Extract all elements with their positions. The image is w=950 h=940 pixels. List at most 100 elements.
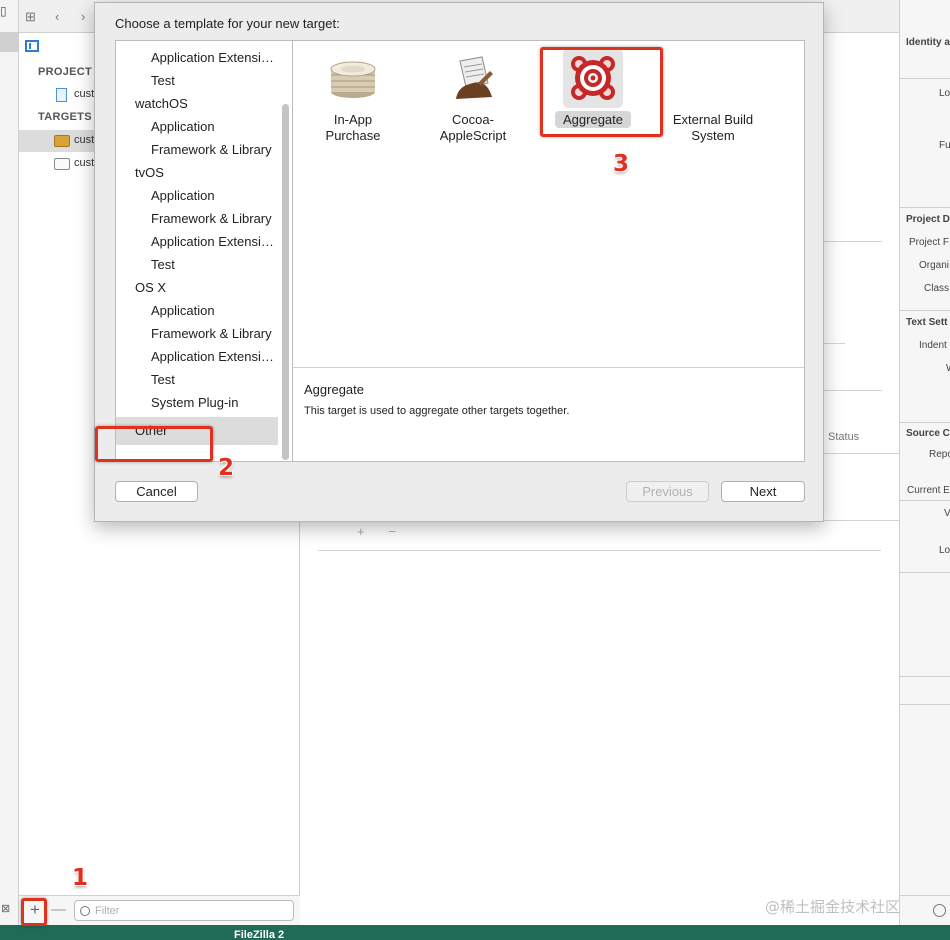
inspector-label: Lo: [939, 545, 950, 556]
inspector-divider: [900, 422, 950, 423]
annotation-box-add-button: [21, 898, 47, 926]
filter-field[interactable]: [74, 900, 294, 921]
watermark: @稀土掘金技术社区: [765, 898, 901, 916]
inspector-divider: [900, 500, 950, 501]
category-label: System Plug-in: [151, 395, 239, 410]
project-item-label: cust: [74, 88, 95, 100]
inspector-label: Lo: [939, 88, 950, 99]
sheet-title: Choose a template for your new target:: [115, 16, 340, 31]
target-item-label: cust: [74, 134, 95, 146]
remove-target-button[interactable]: —: [51, 901, 66, 918]
editor-divider: [817, 453, 899, 454]
category-item[interactable]: Framework & Library: [116, 322, 278, 345]
editor-add-remove[interactable]: + −: [357, 524, 406, 539]
inspector-label: Class: [924, 283, 950, 294]
category-label: Application Extensi…: [151, 50, 274, 65]
category-item[interactable]: System Plug-in: [116, 391, 278, 414]
applescript-icon: [456, 56, 493, 99]
editor-divider: [817, 390, 882, 391]
category-label: Framework & Library: [151, 211, 272, 226]
category-label: Application Extensi…: [151, 234, 274, 249]
briefcase-icon: [54, 135, 70, 147]
sidebar-toggle-icon[interactable]: [25, 40, 39, 52]
category-item[interactable]: Application Extensi…: [116, 345, 278, 368]
filter-icon: [80, 906, 90, 916]
far-left-strip: ▯ ⊠: [0, 0, 19, 925]
category-scrollbar[interactable]: [282, 104, 289, 460]
category-item[interactable]: Application Extensi…: [116, 230, 278, 253]
related-items-icon[interactable]: ⊞: [25, 9, 36, 25]
navigator-edge-icon: ▯: [0, 4, 7, 18]
status-column-header: Status: [828, 431, 860, 443]
inspector-divider: [900, 78, 950, 79]
category-item[interactable]: Test: [116, 368, 278, 391]
inspector-label: V: [944, 508, 950, 519]
template-category-list: Other System Plug-in Test Application Exten…: [115, 40, 293, 462]
inspector-label: Indent: [919, 340, 947, 351]
target-item-label: cust: [74, 157, 95, 169]
inspector-divider: [900, 704, 950, 705]
next-button[interactable]: Next: [721, 481, 805, 502]
taskbar-item[interactable]: FileZilla 2: [234, 929, 284, 940]
inspector-divider: [900, 572, 950, 573]
inspector-section-header: Text Sett: [906, 317, 948, 328]
inspector-divider: [900, 310, 950, 311]
inspector-section-header: Source C: [906, 428, 950, 439]
category-item[interactable]: Application: [116, 299, 278, 322]
history-icon[interactable]: [933, 904, 946, 917]
inspector-section-header: Identity a: [906, 37, 950, 48]
category-label: watchOS: [135, 96, 188, 111]
category-item[interactable]: Application: [116, 184, 278, 207]
category-platform-os-x[interactable]: OS X: [116, 276, 278, 299]
inspector-label: Fu: [939, 140, 950, 151]
back-chevron-icon[interactable]: ‹: [55, 9, 59, 24]
category-item[interactable]: Application: [116, 115, 278, 138]
template-cocoa-applescript[interactable]: Cocoa- AppleScript: [413, 41, 533, 151]
annotation-step-1: 1: [72, 865, 89, 891]
filter-input[interactable]: [95, 904, 285, 918]
file-inspector: Identity a Lo Fu Project D Project F Org…: [899, 0, 950, 925]
category-platform-watchos[interactable]: watchOS: [116, 92, 278, 115]
category-label: Application: [151, 119, 215, 134]
annotation-box-other: [95, 426, 213, 462]
category-item[interactable]: Application Extensi…: [116, 46, 278, 69]
in-app-purchase-icon: [330, 61, 376, 98]
category-item[interactable]: Framework & Library: [116, 207, 278, 230]
inspector-label: Project F: [909, 237, 950, 248]
project-file-icon: [56, 88, 67, 102]
category-label: Application: [151, 188, 215, 203]
cancel-button[interactable]: Cancel: [115, 481, 198, 502]
template-in-app-purchase[interactable]: In-App Purchase: [293, 41, 413, 151]
category-item[interactable]: Framework & Library: [116, 138, 278, 161]
category-label: tvOS: [135, 165, 164, 180]
category-label: Framework & Library: [151, 142, 272, 157]
editor-divider: [318, 550, 881, 551]
template-external-build-system[interactable]: External Build System: [653, 41, 773, 151]
scheme-icon[interactable]: ⊠: [1, 902, 10, 915]
category-item[interactable]: Test: [116, 253, 278, 276]
template-description-title: Aggregate: [304, 382, 364, 397]
category-label: Test: [151, 372, 175, 387]
category-item[interactable]: Test: [116, 69, 278, 92]
editor-divider: [817, 520, 899, 521]
inspector-label: Organi: [919, 260, 950, 271]
taskbar: FileZilla 2: [0, 925, 950, 940]
forward-chevron-icon[interactable]: ›: [81, 9, 85, 24]
category-label: Application Extensi…: [151, 349, 274, 364]
template-label: External Build System: [672, 112, 754, 143]
category-platform-tvos[interactable]: tvOS: [116, 161, 278, 184]
annotation-box-aggregate: [540, 47, 663, 137]
folder-icon: [54, 158, 70, 170]
template-label: In-App Purchase: [325, 112, 381, 143]
category-label: Application: [151, 303, 215, 318]
inspector-label: W: [946, 363, 950, 374]
category-label: OS X: [135, 280, 167, 295]
inspector-divider: [900, 207, 950, 208]
category-label: Test: [151, 73, 175, 88]
project-section-header: PROJECT: [38, 66, 93, 78]
template-description-text: This target is used to aggregate other t…: [304, 405, 570, 417]
navigator-footer: + —: [19, 895, 300, 925]
previous-button[interactable]: Previous: [626, 481, 709, 502]
inspector-section-header: Project D: [906, 214, 950, 225]
inspector-footer: [900, 895, 950, 925]
